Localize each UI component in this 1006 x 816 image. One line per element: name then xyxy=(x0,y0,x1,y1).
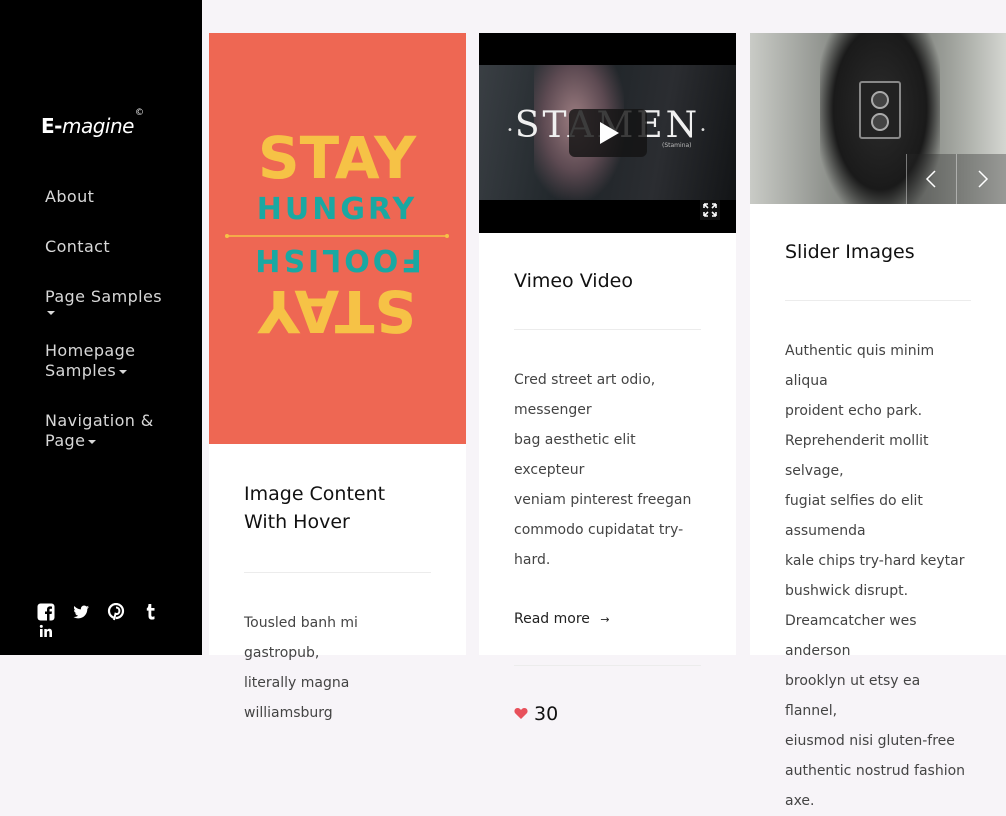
divider xyxy=(514,665,701,666)
like-count: 30 xyxy=(534,703,559,725)
poster-line-stay-2: STAY xyxy=(257,277,416,345)
excerpt-line: bushwick disrupt. xyxy=(785,583,909,599)
logo[interactable]: E-magine© xyxy=(41,108,144,138)
pinterest-icon[interactable] xyxy=(107,602,125,621)
video-subtitle: (Stamina) xyxy=(662,142,692,149)
poster-flipped-foolish: FOOLISH xyxy=(252,242,422,277)
divider xyxy=(244,572,431,573)
tumblr-icon[interactable] xyxy=(142,603,160,621)
excerpt-line: bag aesthetic elit excepteur xyxy=(514,432,636,478)
excerpt-line: kale chips try-hard keytar xyxy=(785,553,965,569)
poster-flipped-stay: STAY xyxy=(257,277,416,345)
logo-mark: © xyxy=(134,108,144,119)
chevron-left-icon xyxy=(925,170,936,188)
main-nav: About Contact Page Samples Homepage Samp… xyxy=(45,187,185,481)
play-button[interactable] xyxy=(569,109,647,157)
poster-divider-dot xyxy=(445,234,449,238)
excerpt-line: veniam pinterest freegan xyxy=(514,492,692,508)
camera-lens xyxy=(871,91,889,109)
post-excerpt: Cred street art odio, messenger bag aest… xyxy=(514,365,701,575)
slider-prev-button[interactable] xyxy=(906,154,956,204)
nav-item-navigation-page-line2: Page xyxy=(45,431,86,450)
excerpt-line: fugiat selfies do elit assumenda xyxy=(785,493,923,539)
excerpt-line: commodo cupidatat try-hard. xyxy=(514,522,684,568)
post-image-poster[interactable]: STAY HUNGRY FOOLISH STAY xyxy=(209,33,466,444)
excerpt-line: Authentic quis minim aliqua xyxy=(785,343,935,389)
post-title[interactable]: Slider Images xyxy=(785,238,971,266)
excerpt-line: Reprehenderit mollit selvage, xyxy=(785,433,929,479)
logo-name: magine xyxy=(61,114,134,138)
chevron-down-icon xyxy=(119,369,128,374)
poster-divider-dot xyxy=(225,234,229,238)
fullscreen-icon[interactable] xyxy=(700,200,720,220)
post-excerpt: Authentic quis minim aliqua proident ech… xyxy=(785,336,971,816)
chevron-right-icon xyxy=(978,170,989,188)
read-more-label: Read more xyxy=(514,611,590,627)
excerpt-line: proident echo park. xyxy=(785,403,923,419)
poster-artwork: STAY HUNGRY FOOLISH STAY xyxy=(225,124,449,345)
excerpt-line: Cred street art odio, messenger xyxy=(514,372,656,418)
chevron-down-icon xyxy=(88,439,97,444)
excerpt-line: literally magna williamsburg xyxy=(244,675,350,721)
nav-item-page-samples-label: Page Samples xyxy=(45,287,162,306)
nav-item-about[interactable]: About xyxy=(45,187,185,207)
post-title[interactable]: Image Content With Hover xyxy=(244,480,431,536)
facebook-icon[interactable] xyxy=(37,603,55,621)
post-card-vimeo-video: • • STAMEN (Stamina) Vimeo Video Cred st… xyxy=(479,33,736,725)
social-links xyxy=(37,602,187,642)
excerpt-line: Dreamcatcher wes anderson xyxy=(785,613,917,659)
camera-lens xyxy=(871,113,889,131)
nav-item-homepage-samples-line2: Samples xyxy=(45,361,117,380)
arrow-right-icon: → xyxy=(600,613,610,626)
read-more-link[interactable]: Read more → xyxy=(514,611,701,627)
image-slider[interactable] xyxy=(750,33,1006,204)
heart-icon xyxy=(514,708,528,719)
nav-item-contact[interactable]: Contact xyxy=(45,237,185,257)
post-card-slider-images: Slider Images Authentic quis minim aliqu… xyxy=(750,33,1006,809)
poster-line-stay: STAY xyxy=(258,124,417,192)
divider xyxy=(514,329,701,330)
sidebar: E-magine© About Contact Page Samples Hom… xyxy=(0,0,202,655)
post-excerpt: Tousled banh mi gastropub, literally mag… xyxy=(244,608,431,728)
excerpt-line: Tousled banh mi gastropub, xyxy=(244,615,358,661)
logo-prefix: E- xyxy=(41,114,62,138)
nav-item-page-samples[interactable]: Page Samples xyxy=(45,287,185,315)
nav-item-homepage-samples[interactable]: Homepage Samples xyxy=(45,341,185,381)
chevron-down-icon xyxy=(47,311,55,315)
nav-item-navigation-page-line1: Navigation & xyxy=(45,411,154,430)
twitter-icon[interactable] xyxy=(72,603,90,621)
excerpt-line: brooklyn ut etsy ea flannel, xyxy=(785,673,921,719)
poster-line-foolish: FOOLISH xyxy=(252,242,422,277)
divider xyxy=(785,300,971,301)
nav-item-homepage-samples-line1: Homepage xyxy=(45,341,136,360)
nav-item-navigation-page[interactable]: Navigation & Page xyxy=(45,411,185,451)
poster-line-hungry: HUNGRY xyxy=(257,192,417,227)
excerpt-line: eiusmod nisi gluten-free xyxy=(785,733,955,749)
post-card-image-hover: STAY HUNGRY FOOLISH STAY Image Content W… xyxy=(209,33,466,721)
camera xyxy=(859,81,901,139)
like-counter[interactable]: 30 xyxy=(514,703,701,725)
video-player[interactable]: • • STAMEN (Stamina) xyxy=(479,33,736,233)
linkedin-icon[interactable] xyxy=(39,623,53,637)
post-title[interactable]: Vimeo Video xyxy=(514,267,701,295)
excerpt-line: authentic nostrud fashion axe. xyxy=(785,763,966,809)
slider-next-button[interactable] xyxy=(956,154,1006,204)
